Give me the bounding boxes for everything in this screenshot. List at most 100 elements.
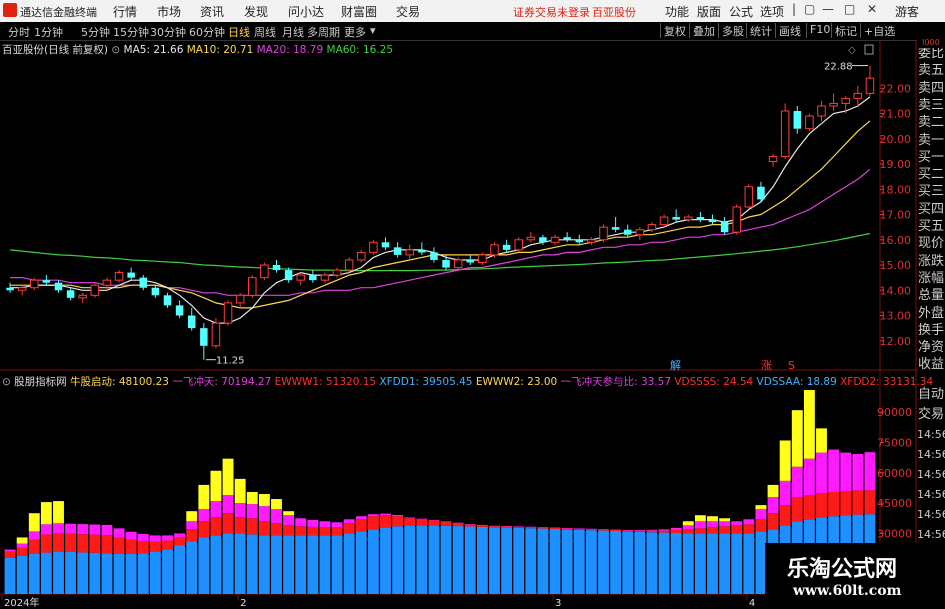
indicator-bar-yellow <box>16 537 28 544</box>
candle-body <box>175 305 184 316</box>
indicator-bar-blue <box>101 553 113 594</box>
side-panel-item[interactable]: 卖一 <box>917 131 945 149</box>
indicator-bar-red <box>816 493 827 518</box>
indicator-bar-magenta <box>573 528 585 529</box>
indicator-bar-blue <box>585 530 597 594</box>
indicator-bar-red <box>610 529 622 531</box>
indicator-bar-red <box>246 518 258 535</box>
indicator-toggle-icon[interactable]: ⊙ <box>2 376 11 388</box>
watermark: 乐淘公式网 www.60lt.com <box>765 543 945 609</box>
indicator-bar-red <box>489 526 500 528</box>
indicator-bar-yellow <box>791 410 803 467</box>
date-tick-label: 2 <box>240 598 246 609</box>
ma-legend-item: MA5: 21.66 <box>123 44 184 56</box>
side-panel-item[interactable]: 买四 <box>917 200 945 218</box>
indicator-bar-yellow <box>803 389 815 459</box>
candle-body <box>720 222 729 233</box>
side-panel-item[interactable]: 买三 <box>917 183 945 201</box>
indicator-bar-magenta <box>258 506 270 522</box>
indicator-bar-magenta <box>283 515 295 526</box>
indicator-bar-red <box>803 495 815 520</box>
ma-toggle-icon[interactable]: ⊙ <box>111 44 120 56</box>
indicator-bar-blue <box>392 526 404 594</box>
indicator-bar-red <box>428 520 440 526</box>
candle-body <box>599 226 608 241</box>
indicator-legend-item: 一飞冲天参与比: 33.57 <box>557 376 672 388</box>
indicator-bar-red <box>319 527 331 536</box>
indicator-bar-magenta <box>803 458 815 496</box>
indicator-bar-magenta <box>428 519 440 521</box>
indicator-bar-yellow <box>271 499 282 510</box>
indicator-bar-magenta <box>271 509 282 524</box>
side-panel-item[interactable]: 买二 <box>917 166 945 184</box>
candle-body <box>42 280 51 283</box>
side-panel-item[interactable]: 涨幅 <box>917 269 945 287</box>
indicator-bar-red <box>174 537 186 546</box>
side-panel-action[interactable]: 交易 <box>917 405 945 424</box>
candle-body <box>647 224 657 231</box>
time-tick-item: 14:56 <box>917 465 945 484</box>
side-panel-item[interactable]: 收益 <box>917 356 945 374</box>
candle-body <box>344 259 354 271</box>
indicator-legend-item: VDSSSS: 24.54 <box>671 376 754 388</box>
indicator-bar-magenta <box>707 521 718 528</box>
indicator-bar-blue <box>162 549 173 594</box>
candle-body <box>865 77 875 94</box>
side-panel-item[interactable]: 卖二 <box>917 114 945 132</box>
ma-legend-item: MA10: 20.71 <box>183 44 254 56</box>
candle-body <box>369 241 378 253</box>
indicator-bar-red <box>646 530 658 533</box>
side-panel-item[interactable]: 卖四 <box>917 79 945 97</box>
price-tick-label: 22.00 <box>880 82 912 95</box>
indicator-bar-magenta <box>125 531 137 540</box>
side-panel-item[interactable]: 买五 <box>917 218 945 235</box>
side-panel-item[interactable]: 换手 <box>917 321 945 339</box>
side-panel-item[interactable]: 卖三 <box>917 96 945 114</box>
indicator-bar-red <box>561 528 573 530</box>
candle-body <box>623 229 632 235</box>
indicator-bar-red <box>186 529 198 542</box>
indicator-bar-blue <box>380 527 391 594</box>
indicator-bar-blue <box>246 534 258 594</box>
candle-body <box>66 290 75 298</box>
indicator-bar-blue <box>65 551 77 594</box>
candle-body <box>17 287 27 291</box>
candle-body <box>30 279 39 289</box>
indicator-bar-blue <box>646 532 658 594</box>
indicator-bar-blue <box>452 526 464 594</box>
indicator-bar-red <box>271 523 282 536</box>
indicator-bar-magenta <box>416 518 428 520</box>
indicator-bar-blue <box>682 533 694 594</box>
indicator-bar-magenta <box>198 509 210 522</box>
candle-body <box>466 259 475 263</box>
indicator-bar-magenta <box>622 529 634 531</box>
indicator-bar-red <box>283 525 295 536</box>
candle-body <box>514 239 523 251</box>
indicator-bar-blue <box>295 535 307 594</box>
diamond-icon: ◇ <box>848 45 856 56</box>
candle-body <box>309 275 317 281</box>
indicator-bar-red <box>634 530 646 532</box>
indicator-bar-red <box>28 539 40 554</box>
candle-body <box>659 216 669 226</box>
side-panel-item[interactable]: 涨跌 <box>917 252 945 270</box>
candle-body <box>539 237 547 243</box>
indicator-title: 股朋指标网 <box>14 376 67 388</box>
indicator-bar-blue <box>634 531 646 594</box>
side-panel-item[interactable]: 买一 <box>917 148 945 166</box>
side-panel-item[interactable]: 现价 <box>917 235 945 253</box>
side-panel-action[interactable]: 自动 <box>917 385 945 404</box>
candle-body <box>696 217 705 220</box>
chart-canvas[interactable]: 22.00 21.00 20.00 19.00 18.00 17.00 16.00 15.00… <box>0 0 945 609</box>
candle-body <box>78 294 87 299</box>
date-tick-label: 2024年 <box>4 596 39 609</box>
indicator-bar-blue <box>271 535 282 594</box>
candle-body <box>393 247 402 255</box>
side-panel-item[interactable]: 总量 <box>917 287 945 305</box>
side-panel-item[interactable]: 外盘 <box>917 304 945 322</box>
indicator-bar-blue <box>16 555 28 594</box>
side-panel-item[interactable]: 卖五 <box>917 62 945 80</box>
indicator-bar-red <box>89 534 101 553</box>
candle-body <box>272 265 281 271</box>
side-panel-item[interactable]: 净资 <box>917 339 945 357</box>
